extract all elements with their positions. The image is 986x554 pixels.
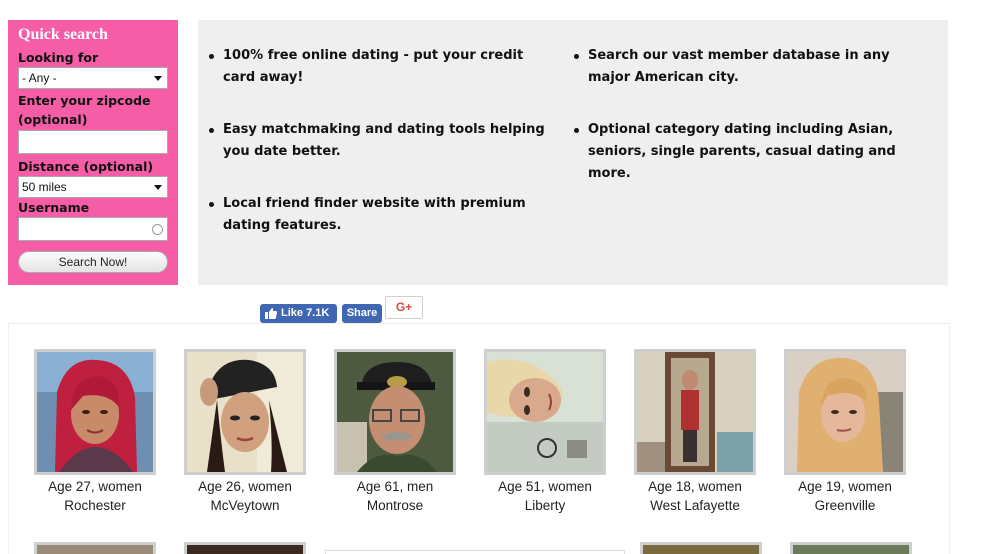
like-label: Like 7.1K: [281, 307, 330, 319]
looking-for-select[interactable]: - Any -: [18, 67, 168, 89]
quick-search-title: Quick search: [18, 26, 108, 43]
member-card[interactable]: Age 18, women West Lafayette: [634, 349, 756, 515]
feature-item: Local friend finder website with premium…: [206, 193, 551, 237]
distance-label: Distance (optional): [18, 159, 154, 174]
features-left-column: 100% free online dating - put your credi…: [206, 45, 551, 267]
autofill-icon: [152, 224, 163, 235]
member-photo[interactable]: [790, 542, 912, 554]
member-card[interactable]: Age 19, women Greenville: [784, 349, 906, 515]
woman-black-cap-photo: [187, 352, 303, 472]
feature-item: 100% free online dating - put your credi…: [206, 45, 551, 89]
search-now-button[interactable]: Search Now!: [18, 251, 168, 273]
features-box: 100% free online dating - put your credi…: [198, 20, 948, 285]
username-input[interactable]: [18, 217, 168, 241]
quick-search-panel: Quick search Looking for - Any - Enter y…: [8, 20, 178, 285]
member-photo[interactable]: [34, 542, 156, 554]
member-age: Age 18, women: [648, 479, 742, 494]
member-card[interactable]: Age 51, women Liberty: [484, 349, 606, 515]
member-city[interactable]: McVeytown: [184, 496, 306, 515]
ad-slot: [325, 550, 625, 554]
member-photo[interactable]: [784, 349, 906, 475]
member-city[interactable]: Rochester: [34, 496, 156, 515]
member-photo[interactable]: [34, 349, 156, 475]
feature-item: Search our vast member database in any m…: [571, 45, 921, 89]
google-plus-button[interactable]: G+: [385, 296, 423, 319]
member-city[interactable]: Montrose: [334, 496, 456, 515]
distance-value: 50 miles: [22, 180, 67, 194]
member-card[interactable]: Age 27, women Rochester: [34, 349, 156, 515]
chevron-down-icon: [154, 185, 162, 190]
woman-blonde-sideways-photo: [487, 352, 603, 472]
feature-item: Optional category dating including Asian…: [571, 119, 921, 185]
member-age: Age 51, women: [498, 479, 592, 494]
man-cap-glasses-photo: [337, 352, 453, 472]
member-age: Age 27, women: [48, 479, 142, 494]
member-photo[interactable]: [640, 542, 762, 554]
member-age: Age 61, men: [356, 479, 434, 494]
features-right-column: Search our vast member database in any m…: [571, 45, 921, 215]
feature-item: Easy matchmaking and dating tools helpin…: [206, 119, 551, 163]
facebook-share-button[interactable]: Share: [342, 304, 382, 323]
looking-for-value: - Any -: [22, 71, 57, 85]
chevron-down-icon: [154, 76, 162, 81]
member-photo[interactable]: [184, 542, 306, 554]
member-card[interactable]: Age 61, men Montrose: [334, 349, 456, 515]
zipcode-label: Enter your zipcode (optional): [18, 93, 151, 127]
woman-blonde-hair-photo: [787, 352, 903, 472]
looking-for-label: Looking for: [18, 50, 99, 65]
member-city[interactable]: Liberty: [484, 496, 606, 515]
members-grid: Age 27, women Rochester Age 26, women Mc…: [8, 323, 950, 554]
facebook-like-button[interactable]: Like 7.1K: [260, 304, 337, 323]
username-label: Username: [18, 200, 90, 215]
member-age: Age 26, women: [198, 479, 292, 494]
distance-select[interactable]: 50 miles: [18, 176, 168, 198]
thumbs-up-icon: [265, 308, 277, 319]
member-photo[interactable]: [184, 349, 306, 475]
member-photo[interactable]: [484, 349, 606, 475]
member-photo[interactable]: [634, 349, 756, 475]
member-city[interactable]: West Lafayette: [634, 496, 756, 515]
member-card[interactable]: Age 26, women McVeytown: [184, 349, 306, 515]
member-photo[interactable]: [334, 349, 456, 475]
member-age: Age 19, women: [798, 479, 892, 494]
woman-red-hair-photo: [37, 352, 153, 472]
woman-mirror-selfie-photo: [637, 352, 753, 472]
zipcode-input[interactable]: [18, 130, 168, 154]
member-city[interactable]: Greenville: [784, 496, 906, 515]
